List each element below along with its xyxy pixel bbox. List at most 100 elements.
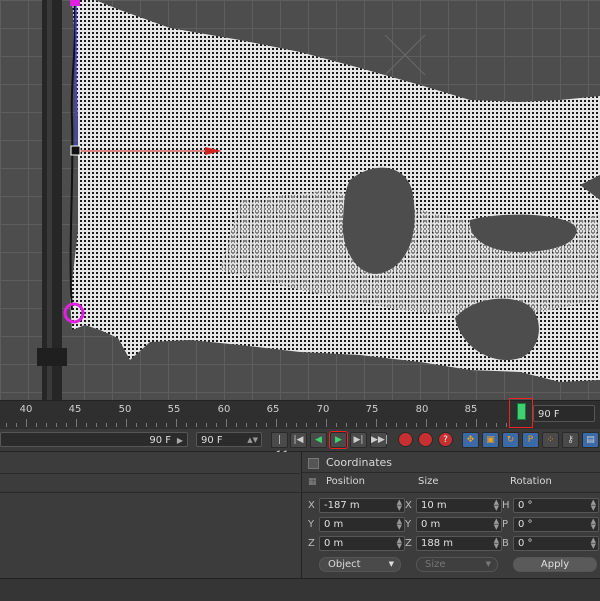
axis-label: P: [502, 519, 509, 530]
position-header: Position: [326, 476, 365, 487]
viewport-3d[interactable]: [0, 0, 600, 400]
tick-label: 60: [217, 404, 231, 415]
autokey-button[interactable]: [418, 432, 433, 447]
tick-label: 70: [316, 404, 330, 415]
tick-label: 65: [266, 404, 280, 415]
rotate-icon: ↻: [506, 435, 515, 445]
preview-range-max[interactable]: 90 F ▲▼: [196, 432, 262, 447]
axis-label: H: [502, 500, 510, 511]
size-x-field[interactable]: 10 m ▲ ▼: [416, 498, 502, 513]
axis-label: B: [502, 538, 509, 549]
tick-mark: [136, 423, 137, 427]
object-manager-panel[interactable]: [0, 452, 300, 578]
size-y-field[interactable]: 0 m ▲ ▼: [416, 517, 502, 532]
preview-range-min[interactable]: 90 F ▶: [0, 432, 188, 447]
tick-mark: [426, 419, 427, 427]
key-interpolation-button[interactable]: ⚷: [562, 432, 579, 448]
preview-max-value: 90 F: [201, 435, 223, 446]
record-scale-button[interactable]: ▣: [482, 432, 499, 448]
next-key-button[interactable]: ▶|: [350, 432, 367, 448]
tick-mark: [296, 423, 297, 427]
spin-arrows-icon: ▲▼: [396, 536, 402, 550]
tick-mark: [326, 419, 327, 427]
tick-mark: [386, 423, 387, 427]
tick-label: 75: [365, 404, 379, 415]
rotation-h-field[interactable]: 0 ° ▲ ▼: [513, 498, 599, 513]
tick-label: 80: [415, 404, 429, 415]
tick-mark: [166, 423, 167, 427]
spin-arrows-icon: ▲▼: [590, 517, 596, 531]
tick-mark: [376, 419, 377, 427]
preview-min-value: 90 F: [149, 435, 171, 446]
tick-mark: [486, 423, 487, 427]
tick-mark: [266, 423, 267, 427]
tick-mark: [406, 423, 407, 427]
next-key-icon: ▶|: [353, 435, 364, 445]
play-backward-button[interactable]: ◀: [310, 432, 327, 448]
rotation-p-field[interactable]: 0 ° ▲ ▼: [513, 517, 599, 532]
spin-arrows-icon: ▲▼: [493, 517, 499, 531]
position-z-field[interactable]: 0 m ▲ ▼: [319, 536, 405, 551]
timeline-options-button[interactable]: ▤: [582, 432, 599, 448]
size-z-field[interactable]: 188 m ▲ ▼: [416, 536, 502, 551]
record-button[interactable]: [398, 432, 413, 447]
tick-mark: [86, 423, 87, 427]
axis-label: Y: [308, 519, 315, 530]
axis-label: Z: [405, 538, 412, 549]
tick-mark: [46, 423, 47, 427]
transport-bar: 90 F ▶ 90 F ▲▼ |◀◀ |◀ ◀ ▶ ▶| ▶▶| ? ✥ ▣ ↻…: [0, 429, 600, 459]
record-pla-button[interactable]: ⁘: [542, 432, 559, 448]
tick-mark: [36, 423, 37, 427]
record-rotation-button[interactable]: ↻: [502, 432, 519, 448]
tick-mark: [496, 423, 497, 427]
key-icon: ⚷: [567, 435, 574, 445]
current-frame-marker[interactable]: [509, 398, 533, 428]
tick-mark: [176, 419, 177, 427]
spin-arrows-icon: ▲▼: [396, 498, 402, 512]
play-forward-button[interactable]: ▶: [329, 431, 348, 449]
timeline-icon: ▤: [586, 435, 595, 445]
spin-arrows-icon: ▲▼: [493, 498, 499, 512]
spin-arrows-icon: ▲▼: [396, 517, 402, 531]
tick-mark: [436, 423, 437, 427]
tick-mark: [16, 423, 17, 427]
axis-label: X: [308, 500, 315, 511]
tick-mark: [356, 423, 357, 427]
rotation-b-field[interactable]: 0 ° ▲ ▼: [513, 536, 599, 551]
tick-mark: [336, 423, 337, 427]
tick-label: 40: [19, 404, 33, 415]
goto-end-button[interactable]: ▶▶|: [370, 432, 388, 448]
coordinates-panel: Coordinates ▦ Position Size Rotation X -…: [301, 452, 600, 578]
tick-mark: [116, 423, 117, 427]
coordinate-mode-select[interactable]: Object ▼: [319, 557, 401, 572]
record-parameter-button[interactable]: P: [522, 432, 539, 448]
move-icon: ✥: [466, 435, 475, 445]
tick-mark: [316, 423, 317, 427]
prev-key-button[interactable]: |◀: [290, 432, 307, 448]
tick-mark: [366, 423, 367, 427]
viewport-scene: [37, 0, 600, 400]
tick-mark: [396, 423, 397, 427]
panel-toggle-icon[interactable]: [308, 458, 319, 469]
apply-button[interactable]: Apply: [513, 557, 597, 572]
spin-arrows-icon: ▲▼: [493, 536, 499, 550]
position-x-field[interactable]: -187 m ▲ ▼: [319, 498, 405, 513]
axis-label: Y: [405, 519, 412, 530]
grid-dots-icon: ⁘: [546, 435, 555, 445]
scale-icon: ▣: [486, 435, 495, 445]
end-frame-field[interactable]: 90 F: [533, 405, 595, 422]
tick-mark: [196, 423, 197, 427]
tick-mark: [206, 423, 207, 427]
field-value: 0 °: [518, 519, 533, 530]
axis-label: X: [405, 500, 412, 511]
record-position-button[interactable]: ✥: [462, 432, 479, 448]
goto-start-button[interactable]: |◀◀: [271, 432, 288, 459]
select-value: Size: [425, 559, 446, 570]
size-mode-select[interactable]: Size ▼: [416, 557, 498, 572]
keyframe-selection-button[interactable]: ?: [438, 432, 453, 447]
field-value: 0 °: [518, 500, 533, 511]
size-header: Size: [418, 476, 439, 487]
status-bar: [0, 578, 600, 601]
position-y-field[interactable]: 0 m ▲ ▼: [319, 517, 405, 532]
tick-mark: [96, 423, 97, 427]
